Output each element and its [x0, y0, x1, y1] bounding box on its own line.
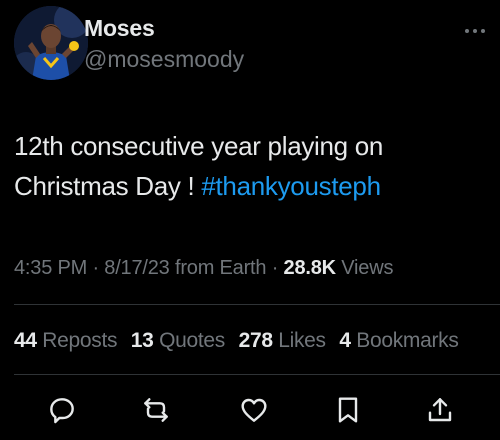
- post-meta: 4:35 PM · 8/17/23 from Earth · 28.8K Vie…: [14, 254, 393, 282]
- reposts-label: Reposts: [36, 329, 118, 352]
- engagement-stats: 44 Reposts 13 Quotes 278 Likes 4 Bookmar…: [14, 326, 467, 356]
- bookmark-icon[interactable]: [332, 394, 364, 426]
- bookmarks-label: Bookmarks: [350, 329, 459, 352]
- more-horizontal-icon[interactable]: [464, 22, 486, 33]
- meta-separator: ·: [87, 257, 105, 279]
- views-count[interactable]: 28.8K: [284, 257, 337, 279]
- post-time[interactable]: 4:35 PM: [14, 257, 87, 279]
- bookmarks-stat[interactable]: 4 Bookmarks: [339, 329, 459, 352]
- reposts-stat[interactable]: 44 Reposts: [14, 329, 118, 352]
- meta-separator: ·: [266, 257, 284, 279]
- reply-icon[interactable]: [46, 394, 78, 426]
- author-names: Moses @mosesmoody: [84, 14, 244, 74]
- hashtag-link[interactable]: #thankyousteph: [201, 171, 381, 201]
- share-icon[interactable]: [424, 394, 456, 426]
- divider: [14, 374, 500, 375]
- action-bar: [0, 394, 500, 430]
- bookmarks-count: 4: [339, 329, 351, 352]
- likes-stat[interactable]: 278 Likes: [238, 329, 327, 352]
- repost-icon[interactable]: [140, 394, 172, 426]
- divider: [14, 304, 500, 305]
- quotes-label: Quotes: [153, 329, 226, 352]
- post-text: 12th consecutive year playing on Christm…: [14, 126, 484, 206]
- post-date[interactable]: 8/17/23: [104, 257, 170, 279]
- avatar-image: [14, 6, 88, 80]
- likes-count: 278: [238, 329, 273, 352]
- views-label: Views: [335, 257, 394, 279]
- avatar[interactable]: [14, 6, 88, 80]
- username-handle[interactable]: @mosesmoody: [84, 44, 244, 74]
- tweet-header: Moses @mosesmoody: [14, 6, 494, 86]
- tweet: Moses @mosesmoody 12th consecutive year …: [0, 0, 500, 440]
- likes-label: Likes: [272, 329, 326, 352]
- display-name[interactable]: Moses: [84, 14, 244, 42]
- quotes-stat[interactable]: 13 Quotes: [130, 329, 226, 352]
- like-icon[interactable]: [238, 394, 270, 426]
- reposts-count: 44: [14, 329, 37, 352]
- post-source: from Earth: [169, 257, 267, 279]
- quotes-count: 13: [130, 329, 154, 352]
